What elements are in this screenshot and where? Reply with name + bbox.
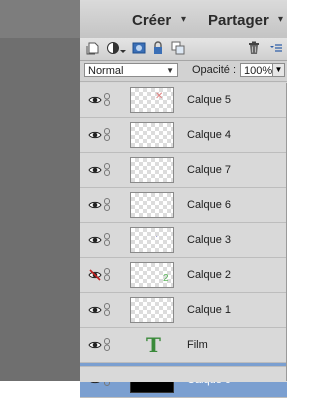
- layer-row[interactable]: 2 Calque 2: [80, 258, 287, 293]
- canvas-background: [0, 0, 80, 381]
- link-icon[interactable]: [104, 163, 110, 176]
- link-icon[interactable]: [104, 93, 110, 106]
- lock-all-icon[interactable]: [171, 41, 185, 55]
- link-icon[interactable]: [104, 268, 110, 281]
- eye-icon[interactable]: [88, 199, 102, 211]
- layer-row[interactable]: Calque 4: [80, 118, 287, 153]
- opacity-input[interactable]: 100%: [240, 63, 273, 77]
- layer-thumbnail: 2: [130, 262, 174, 288]
- link-icon[interactable]: [104, 198, 110, 211]
- layer-row[interactable]: Calque 7: [80, 153, 287, 188]
- eye-icon[interactable]: [88, 339, 102, 351]
- eye-icon[interactable]: [88, 129, 102, 141]
- opacity-label: Opacité :: [192, 64, 237, 76]
- mask-icon[interactable]: [132, 41, 146, 55]
- trash-icon[interactable]: [247, 41, 261, 55]
- panel-menu-icon[interactable]: [269, 41, 283, 55]
- layer-name[interactable]: Calque 3: [187, 234, 231, 246]
- layers-list: ✕ Calque 5 Calque 4 Calque 7 Calque 6 · Calque…: [80, 83, 287, 398]
- share-menu[interactable]: Partager: [208, 12, 269, 29]
- create-caret-icon[interactable]: ▾: [181, 14, 186, 25]
- text-layer-glyph: T: [146, 333, 161, 357]
- share-caret-icon[interactable]: ▾: [278, 14, 283, 25]
- link-icon[interactable]: [104, 338, 110, 351]
- layer-name[interactable]: Calque 7: [187, 164, 231, 176]
- create-menu[interactable]: Créer: [132, 12, 171, 29]
- eye-icon[interactable]: [88, 164, 102, 176]
- lock-icon[interactable]: [151, 41, 165, 55]
- blend-mode-dropdown-icon: ▼: [166, 66, 174, 75]
- layer-thumbnail: [130, 157, 174, 183]
- layer-name[interactable]: Calque 6: [187, 199, 231, 211]
- opacity-dropdown-icon[interactable]: ▼: [272, 63, 285, 77]
- eye-hidden-icon[interactable]: [88, 269, 102, 281]
- layer-name[interactable]: Film: [187, 339, 208, 351]
- adjustment-layer-icon[interactable]: [106, 41, 120, 55]
- layers-panel: Créer ▾ Partager ▾ Normal ▼ Opacité: 10…: [80, 0, 287, 398]
- adjustment-dropdown-icon[interactable]: [120, 41, 126, 55]
- eye-icon[interactable]: [88, 234, 102, 246]
- panel-empty-area: [80, 366, 287, 382]
- layer-row[interactable]: Calque 6: [80, 188, 287, 223]
- layer-name[interactable]: Calque 1: [187, 304, 231, 316]
- layer-row[interactable]: ✕ Calque 5: [80, 83, 287, 118]
- layer-thumbnail: [130, 297, 174, 323]
- link-icon[interactable]: [104, 233, 110, 246]
- layer-row[interactable]: T Film: [80, 328, 287, 363]
- eye-icon[interactable]: [88, 94, 102, 106]
- layer-name[interactable]: Calque 5: [187, 94, 231, 106]
- layers-toolbar: [80, 38, 287, 61]
- layer-name[interactable]: Calque 2: [187, 269, 231, 281]
- layer-name[interactable]: Calque 4: [187, 129, 231, 141]
- blend-options-bar: Normal ▼ Opacité : 100% ▼: [80, 61, 287, 82]
- eye-icon[interactable]: [88, 304, 102, 316]
- link-icon[interactable]: [104, 128, 110, 141]
- panel-edge: [286, 83, 287, 381]
- thumbnail-content: ·: [155, 231, 159, 242]
- link-icon[interactable]: [104, 303, 110, 316]
- top-strip: [0, 0, 80, 38]
- layer-row[interactable]: · Calque 3: [80, 223, 287, 258]
- layer-thumbnail: ·: [130, 227, 174, 253]
- blend-mode-value: Normal: [88, 65, 124, 77]
- thumbnail-content: 2: [163, 273, 169, 284]
- layer-row[interactable]: Calque 1: [80, 293, 287, 328]
- text-layer-icon: T: [130, 332, 174, 358]
- thumbnail-content: ✕: [155, 91, 164, 102]
- opacity-value: 100%: [244, 65, 273, 77]
- new-layer-icon[interactable]: [86, 41, 100, 55]
- layer-thumbnail: [130, 192, 174, 218]
- top-menu-bar: Créer ▾ Partager ▾: [80, 0, 287, 39]
- layer-thumbnail: ✕: [130, 87, 174, 113]
- blend-mode-select[interactable]: Normal ▼: [84, 63, 178, 77]
- layer-thumbnail: [130, 122, 174, 148]
